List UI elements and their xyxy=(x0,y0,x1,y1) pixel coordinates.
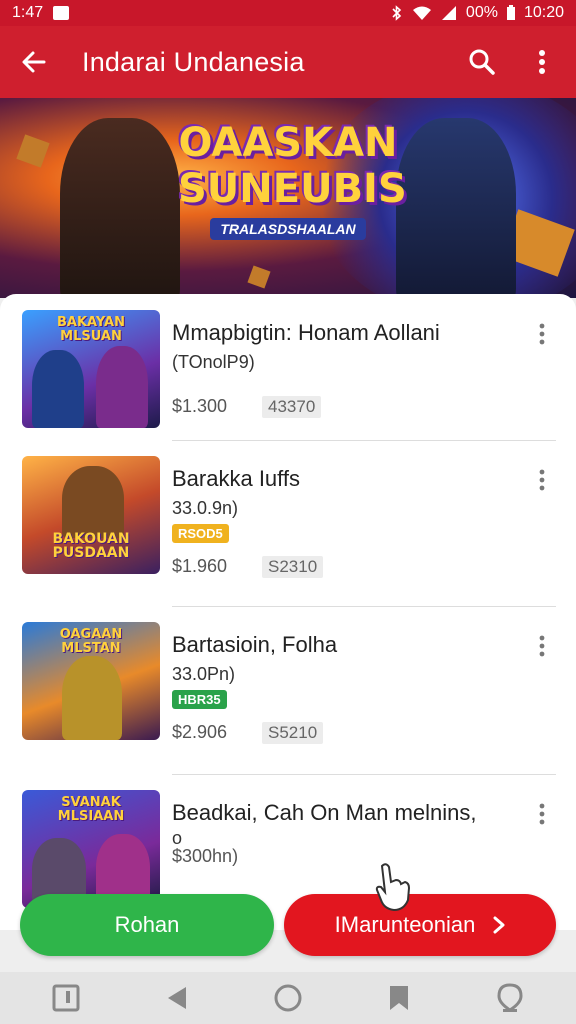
app-bar: Indarai Undanesia xyxy=(0,26,576,98)
app-badge: HBR35 xyxy=(172,690,227,709)
back-triangle-icon xyxy=(167,987,186,1009)
thumbnail-figure xyxy=(62,466,124,538)
item-more-button[interactable] xyxy=(528,632,556,660)
promo-banner[interactable]: OAASKAN SUNEUBIS TRALASDSHAALAN xyxy=(0,98,576,298)
page-title: Indarai Undanesia xyxy=(82,46,305,77)
banner-logo: OAASKAN SUNEUBIS TRALASDSHAALAN xyxy=(178,120,407,240)
primary-right-button[interactable]: IMarunteonian xyxy=(284,894,556,956)
recents-button[interactable] xyxy=(46,978,86,1018)
banner-hero-left xyxy=(60,118,180,298)
app-thumbnail: BAKAYAN MLSUAN xyxy=(22,310,160,428)
status-time: 1:47 xyxy=(12,4,44,21)
status-clock: 10:20 xyxy=(523,4,564,21)
search-icon xyxy=(469,49,495,75)
app-price: $300hn) xyxy=(172,846,239,866)
bookmark-button[interactable] xyxy=(379,978,419,1018)
more-vert-icon xyxy=(539,803,545,825)
banner-subtitle: TRALASDSHAALAN xyxy=(210,218,366,240)
app-thumbnail: OAGAAN MLSTAN xyxy=(22,622,160,740)
overflow-menu-button[interactable] xyxy=(524,44,560,80)
app-price: $1.300 xyxy=(172,396,228,416)
system-nav-bar xyxy=(0,972,576,1024)
status-bar: 1:47 00% 10:20 xyxy=(0,0,576,26)
battery-percent: 00% xyxy=(465,4,498,21)
thumbnail-figure xyxy=(62,656,122,740)
home-button[interactable] xyxy=(268,978,308,1018)
thumbnail-title: OAGAAN MLSTAN xyxy=(59,627,123,656)
list-item[interactable]: BAKAYAN MLSUAN Mmapbigtin: Honam Aollani… xyxy=(22,294,556,444)
price-tag: S5210 xyxy=(262,722,324,744)
list-item[interactable]: OAGAAN MLSTAN Bartasioin, Folha 33.0Pn) … xyxy=(22,606,556,756)
back-nav-button[interactable] xyxy=(157,978,197,1018)
notification-icon xyxy=(53,6,70,20)
primary-left-button[interactable]: Rohan xyxy=(20,894,274,956)
app-price: $2.906 xyxy=(172,722,228,742)
primary-right-label: IMarunteonian xyxy=(334,912,476,937)
chevron-right-icon xyxy=(493,916,505,934)
location-pin-icon xyxy=(497,983,523,1012)
app-badge: RSOD5 xyxy=(172,524,229,543)
thumbnail-title: BAKOUAN PUSDAAN xyxy=(52,531,130,561)
banner-debris xyxy=(16,134,50,168)
back-button[interactable] xyxy=(16,44,52,80)
app-name: Barakka Iuffs xyxy=(172,466,300,491)
thumbnail-title: SVANAK MLSIAAN xyxy=(57,795,125,824)
thumbnail-figure xyxy=(32,350,84,428)
list-item[interactable]: BAKOUAN PUSDAAN Barakka Iuffs 33.0.9n) R… xyxy=(22,440,556,590)
wifi-icon xyxy=(412,5,432,21)
more-vert-icon xyxy=(539,469,545,491)
arrow-left-icon xyxy=(22,51,46,73)
thumbnail-figure xyxy=(96,346,148,428)
bluetooth-icon xyxy=(390,5,404,21)
bookmark-icon xyxy=(390,986,409,1010)
signal-icon xyxy=(440,5,458,21)
primary-left-label: Rohan xyxy=(114,912,180,937)
app-thumbnail: BAKOUAN PUSDAAN xyxy=(22,456,160,574)
app-meta: 33.0Pn) xyxy=(172,664,236,684)
item-more-button[interactable] xyxy=(528,800,556,828)
item-more-button[interactable] xyxy=(528,466,556,494)
banner-hero-right xyxy=(396,118,516,298)
banner-title-line1: OAASKAN xyxy=(178,120,398,166)
banner-debris xyxy=(247,265,271,289)
price-tag: S2310 xyxy=(262,556,324,578)
hand-cursor-icon xyxy=(375,863,411,912)
app-price: $1.960 xyxy=(172,556,228,576)
recents-icon xyxy=(52,984,80,1012)
banner-title-line2: SUNEUBIS xyxy=(178,166,407,212)
item-more-button[interactable] xyxy=(528,320,556,348)
app-list: BAKAYAN MLSUAN Mmapbigtin: Honam Aollani… xyxy=(0,294,576,930)
more-vert-icon xyxy=(539,323,545,345)
location-button[interactable] xyxy=(490,978,530,1018)
more-vert-icon xyxy=(539,50,545,74)
more-vert-icon xyxy=(539,635,545,657)
app-meta: (TOnolP9) xyxy=(172,352,255,372)
app-name: Bartasioin, Folha xyxy=(172,632,338,657)
battery-icon xyxy=(506,5,516,21)
app-meta: 33.0.9n) xyxy=(172,498,239,518)
thumbnail-title: BAKAYAN MLSUAN xyxy=(57,315,125,344)
app-name: Mmapbigtin: Honam Aollani xyxy=(172,320,440,345)
price-tag: 43370 xyxy=(262,396,322,418)
app-name: Beadkai, Cah On Man melnins, xyxy=(172,800,477,825)
search-button[interactable] xyxy=(464,44,500,80)
home-circle-icon xyxy=(274,984,302,1012)
app-thumbnail: SVANAK MLSIAAN xyxy=(22,790,160,908)
